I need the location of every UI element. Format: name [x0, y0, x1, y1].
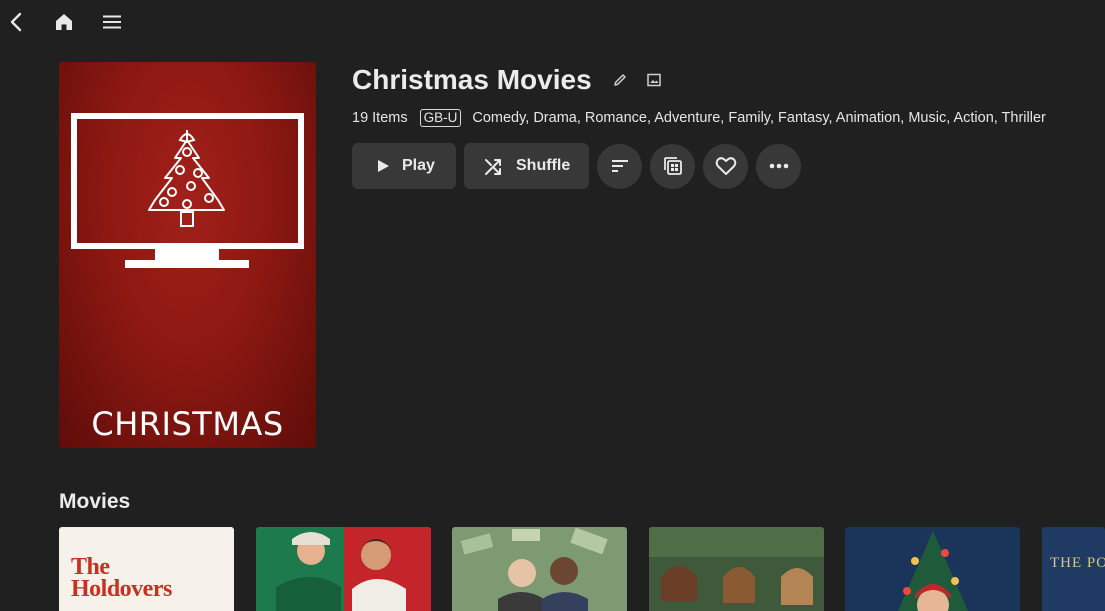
metadata-row: 19 Items GB-U Comedy, Drama, Romance, Ad…: [352, 108, 1046, 128]
movie-card[interactable]: The Holdovers: [59, 527, 234, 611]
favorite-button[interactable]: [703, 143, 748, 189]
shuffle-icon: [485, 159, 501, 175]
edit-images-button[interactable]: [644, 70, 664, 90]
rating-badge: GB-U: [419, 109, 462, 127]
collection-icon: [663, 157, 682, 175]
home-icon: [56, 14, 72, 30]
edit-icon: [613, 74, 626, 86]
home-button[interactable]: [48, 6, 80, 38]
heart-icon: [715, 157, 736, 175]
more-options-button[interactable]: [756, 143, 801, 189]
hamburger-menu-icon: [103, 15, 121, 29]
play-icon: [378, 160, 389, 172]
movie-card[interactable]: [845, 527, 1020, 611]
sort-icon: [611, 160, 628, 172]
section-title: Movies: [59, 490, 131, 513]
image-icon: [646, 73, 661, 87]
movie-card[interactable]: [649, 527, 824, 611]
page-title: Christmas Movies: [352, 64, 592, 95]
movie-card[interactable]: [256, 527, 431, 611]
sort-button[interactable]: [597, 143, 642, 189]
item-count: 19 Items: [352, 110, 408, 126]
shuffle-label: Shuffle: [516, 157, 571, 174]
movie-poster-image: [649, 527, 824, 611]
action-bar: Play Shuffle: [352, 143, 801, 189]
play-label: Play: [402, 157, 435, 174]
more-icon: [769, 163, 788, 169]
genre-list: Comedy, Drama, Romance, Adventure, Famil…: [472, 110, 1046, 126]
back-button[interactable]: [1, 6, 33, 38]
play-button[interactable]: Play: [352, 143, 456, 189]
movie-card-title: THE PO: [1050, 555, 1105, 571]
movie-card[interactable]: [452, 527, 627, 611]
movie-poster-image: [845, 527, 1020, 611]
movie-card-title: The Holdovers: [71, 554, 172, 602]
chevron-left-icon: [10, 12, 22, 32]
shuffle-button[interactable]: Shuffle: [464, 143, 589, 189]
top-bar: [0, 0, 1105, 44]
collection-poster: CHRISTMAS: [59, 62, 316, 448]
movie-poster-image: [452, 527, 627, 611]
edit-button[interactable]: [610, 70, 630, 90]
movie-card[interactable]: THE PO: [1042, 527, 1105, 611]
menu-button[interactable]: [96, 6, 128, 38]
tv-christmas-tree-icon: [71, 113, 304, 268]
poster-label: CHRISTMAS: [91, 405, 284, 443]
title-row: Christmas Movies: [352, 62, 664, 98]
add-to-collection-button[interactable]: [650, 143, 695, 189]
movie-poster-image: [256, 527, 431, 611]
